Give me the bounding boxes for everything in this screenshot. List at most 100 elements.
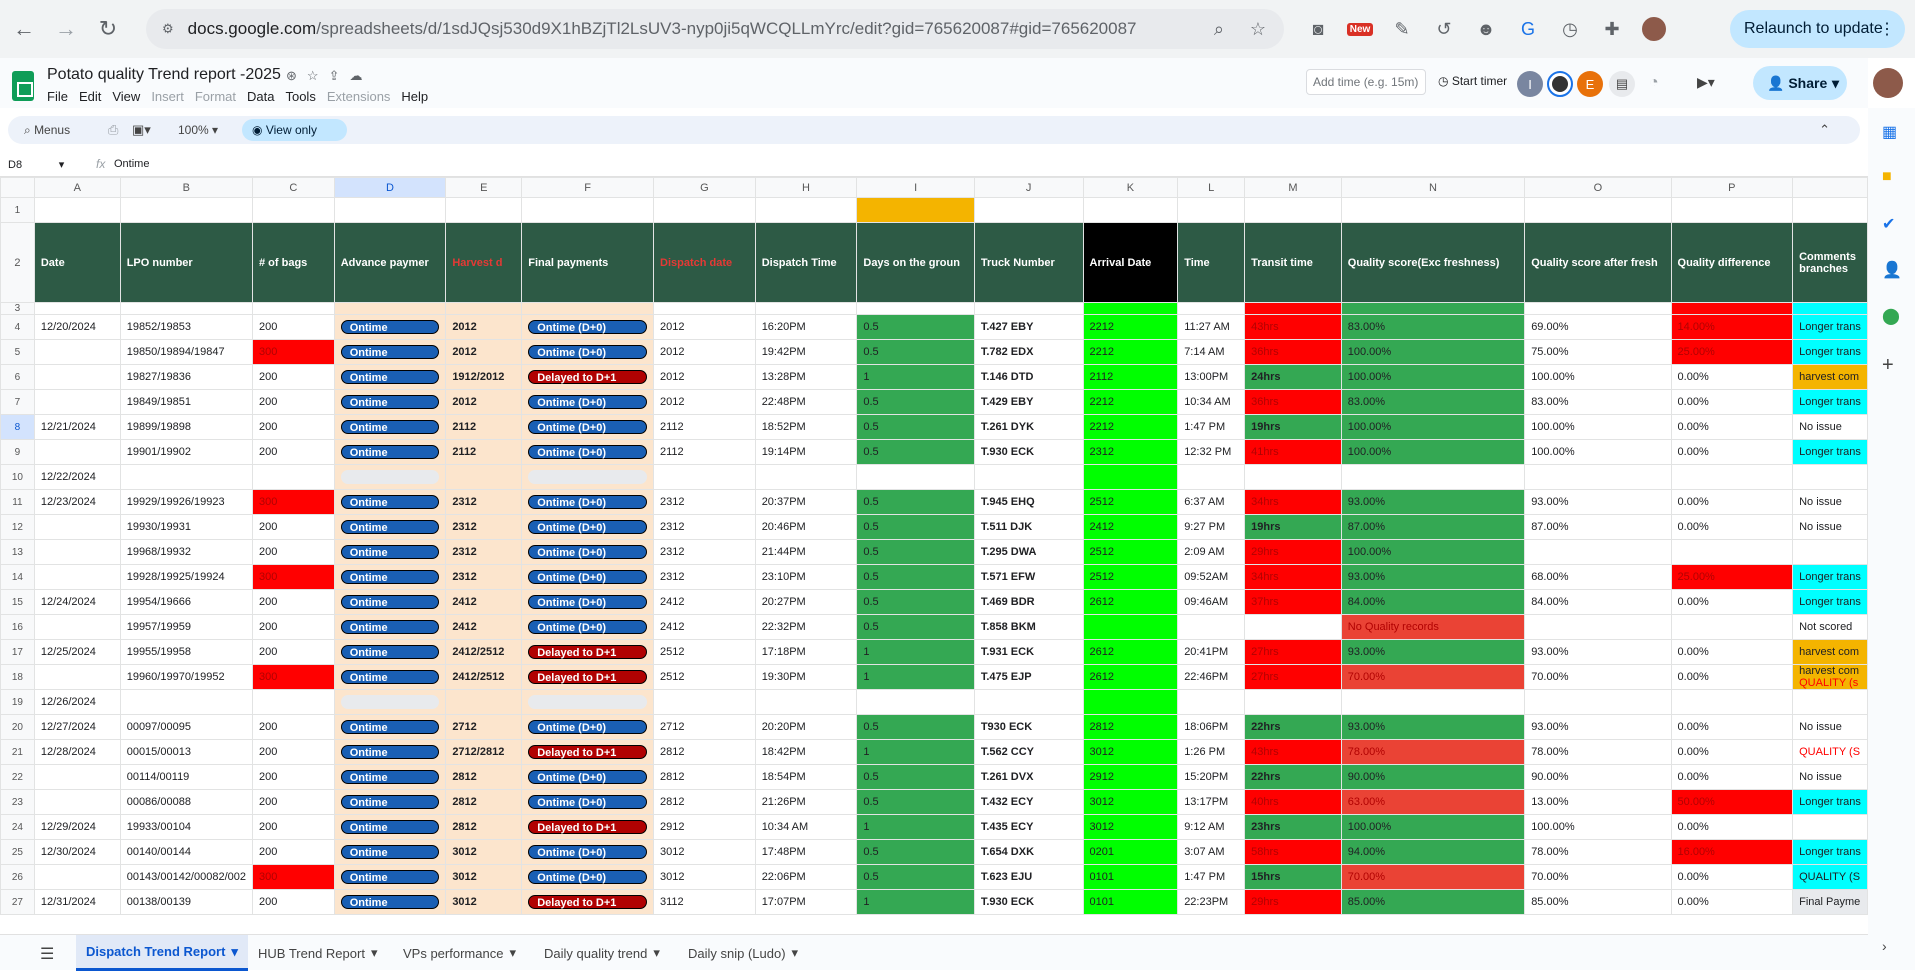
lpo-cell[interactable]: 19960/19970/19952 <box>119 664 254 690</box>
bags-cell[interactable]: 200 <box>252 389 335 415</box>
quality-score-cell[interactable]: 93.00% <box>1340 564 1526 590</box>
address-bar[interactable]: ⚙ docs.google.com/spreadsheets/d/1sdJQsj… <box>146 9 1284 49</box>
arrival-date-cell[interactable]: 2612 <box>1082 589 1179 615</box>
lpo-cell[interactable]: 00143/00142/00082/002 <box>119 864 254 890</box>
truck-number-cell[interactable]: T.261 DVX <box>973 764 1084 790</box>
transit-time-cell[interactable]: 19hrs <box>1244 514 1342 540</box>
quality-difference-cell[interactable]: 0.00% <box>1670 664 1794 690</box>
dispatch-date-cell[interactable]: 3012 <box>653 864 756 890</box>
row-header[interactable]: 23 <box>0 789 35 815</box>
quality-difference-cell[interactable]: 14.00% <box>1670 314 1794 340</box>
eyedropper-icon[interactable]: ✎ <box>1384 11 1420 47</box>
history-icon[interactable]: ◔ <box>1649 74 1659 92</box>
lpo-cell[interactable]: 19930/19931 <box>119 514 254 540</box>
truck-number-cell[interactable]: T.146 DTD <box>973 364 1084 390</box>
advance-payment-cell[interactable]: Ontime <box>333 514 447 540</box>
quality-difference-cell[interactable]: 0.00% <box>1670 764 1794 790</box>
quality-difference-cell[interactable]: 0.00% <box>1670 489 1794 515</box>
harvest-date-cell[interactable]: 2412/2512 <box>445 639 523 665</box>
transit-time-cell[interactable]: 36hrs <box>1244 389 1342 415</box>
column-header-a[interactable]: A <box>33 177 121 198</box>
quality-after-fresh-cell[interactable] <box>1524 464 1672 490</box>
advance-payment-chip[interactable]: Ontime <box>340 770 440 784</box>
column-header-i[interactable]: I <box>856 177 975 198</box>
advance-payment-cell[interactable]: Ontime <box>333 714 447 740</box>
comments-cell[interactable] <box>1792 814 1868 840</box>
chevron-down-icon[interactable]: ▾ <box>653 945 660 961</box>
bags-cell[interactable]: 200 <box>252 589 335 615</box>
final-payment-cell[interactable]: Ontime (D+0) <box>521 314 654 340</box>
lpo-cell[interactable]: 00138/00139 <box>119 889 254 915</box>
final-payment-cell[interactable]: Ontime (D+0) <box>521 489 654 515</box>
dispatch-time-cell[interactable] <box>754 464 858 490</box>
dispatch-date-cell[interactable]: 3012 <box>653 839 756 865</box>
arrival-date-cell[interactable] <box>1082 464 1179 490</box>
cell[interactable] <box>333 197 447 223</box>
quality-score-cell[interactable]: 83.00% <box>1340 314 1526 340</box>
quality-score-cell[interactable] <box>1340 689 1526 715</box>
menus-search[interactable]: ⌕ Menus <box>24 123 70 138</box>
quality-score-cell[interactable]: 90.00% <box>1340 764 1526 790</box>
final-payment-chip[interactable] <box>528 695 647 709</box>
date-cell[interactable] <box>33 389 121 415</box>
lpo-cell[interactable]: 00015/00013 <box>119 739 254 765</box>
truck-number-cell[interactable]: T.930 ECK <box>973 439 1084 465</box>
cell[interactable] <box>1340 197 1526 223</box>
truck-number-cell[interactable]: T930 ECK <box>973 714 1084 740</box>
final-payment-chip[interactable]: Ontime (D+0) <box>528 320 647 334</box>
lpo-cell[interactable]: 19928/19925/19924 <box>119 564 254 590</box>
quality-after-fresh-cell[interactable]: 87.00% <box>1524 514 1672 540</box>
transit-time-cell[interactable]: 27hrs <box>1244 639 1342 665</box>
cell[interactable] <box>33 302 121 315</box>
dispatch-time-cell[interactable]: 20:37PM <box>754 489 858 515</box>
advance-payment-cell[interactable]: Ontime <box>333 664 447 690</box>
advance-payment-chip[interactable]: Ontime <box>340 545 440 559</box>
chevron-down-icon[interactable]: ▾ <box>231 944 238 960</box>
dispatch-date-cell[interactable]: 2912 <box>653 814 756 840</box>
advance-payment-cell[interactable]: Ontime <box>333 589 447 615</box>
quality-score-cell[interactable]: 94.00% <box>1340 839 1526 865</box>
comments-cell[interactable]: Not scored <box>1792 614 1868 640</box>
cell[interactable] <box>521 302 654 315</box>
days-on-ground-cell[interactable]: 0.5 <box>856 389 975 415</box>
cell[interactable] <box>754 302 858 315</box>
days-on-ground-cell[interactable]: 0.5 <box>856 414 975 440</box>
row-header[interactable]: 2 <box>0 222 35 303</box>
comments-cell[interactable]: Longer trans <box>1792 389 1868 415</box>
days-on-ground-cell[interactable]: 0.5 <box>856 839 975 865</box>
quality-score-cell[interactable]: 100.00% <box>1340 364 1526 390</box>
row-header[interactable]: 8 <box>0 414 35 440</box>
comments-cell[interactable]: harvest com <box>1792 639 1868 665</box>
comments-cell[interactable] <box>1792 539 1868 565</box>
bags-cell[interactable]: 200 <box>252 414 335 440</box>
date-cell[interactable]: 12/30/2024 <box>33 839 121 865</box>
arrival-time-cell[interactable]: 11:27 AM <box>1177 314 1246 340</box>
cell[interactable] <box>119 302 254 315</box>
menu-tools[interactable]: Tools <box>285 89 315 104</box>
arrival-time-cell[interactable]: 9:27 PM <box>1177 514 1246 540</box>
dispatch-date-cell[interactable]: 2012 <box>653 339 756 365</box>
dispatch-date-cell[interactable]: 2312 <box>653 514 756 540</box>
lpo-cell[interactable]: 19852/19853 <box>119 314 254 340</box>
cell[interactable] <box>856 302 975 315</box>
final-payment-cell[interactable]: Delayed to D+1 <box>521 639 654 665</box>
harvest-date-cell[interactable]: 2312 <box>445 564 523 590</box>
bags-cell[interactable] <box>252 689 335 715</box>
quality-after-fresh-cell[interactable]: 78.00% <box>1524 839 1672 865</box>
quality-after-fresh-cell[interactable]: 84.00% <box>1524 589 1672 615</box>
comments-cell[interactable]: Final Payme <box>1792 889 1868 915</box>
quality-after-fresh-cell[interactable]: 93.00% <box>1524 639 1672 665</box>
date-cell[interactable]: 12/24/2024 <box>33 589 121 615</box>
add-time-input[interactable]: Add time (e.g. 15m) <box>1306 69 1426 95</box>
dispatch-time-cell[interactable]: 21:44PM <box>754 539 858 565</box>
cell[interactable] <box>1524 197 1672 223</box>
dispatch-time-cell[interactable]: 16:20PM <box>754 314 858 340</box>
advance-payment-chip[interactable]: Ontime <box>340 445 440 459</box>
dispatch-date-cell[interactable]: 2512 <box>653 639 756 665</box>
transit-time-cell[interactable]: 23hrs <box>1244 814 1342 840</box>
cell[interactable] <box>1082 302 1179 315</box>
advance-payment-chip[interactable]: Ontime <box>340 620 440 634</box>
lpo-cell[interactable]: 19954/19666 <box>119 589 254 615</box>
final-payment-cell[interactable]: Delayed to D+1 <box>521 364 654 390</box>
truck-number-cell[interactable]: T.261 DYK <box>973 414 1084 440</box>
